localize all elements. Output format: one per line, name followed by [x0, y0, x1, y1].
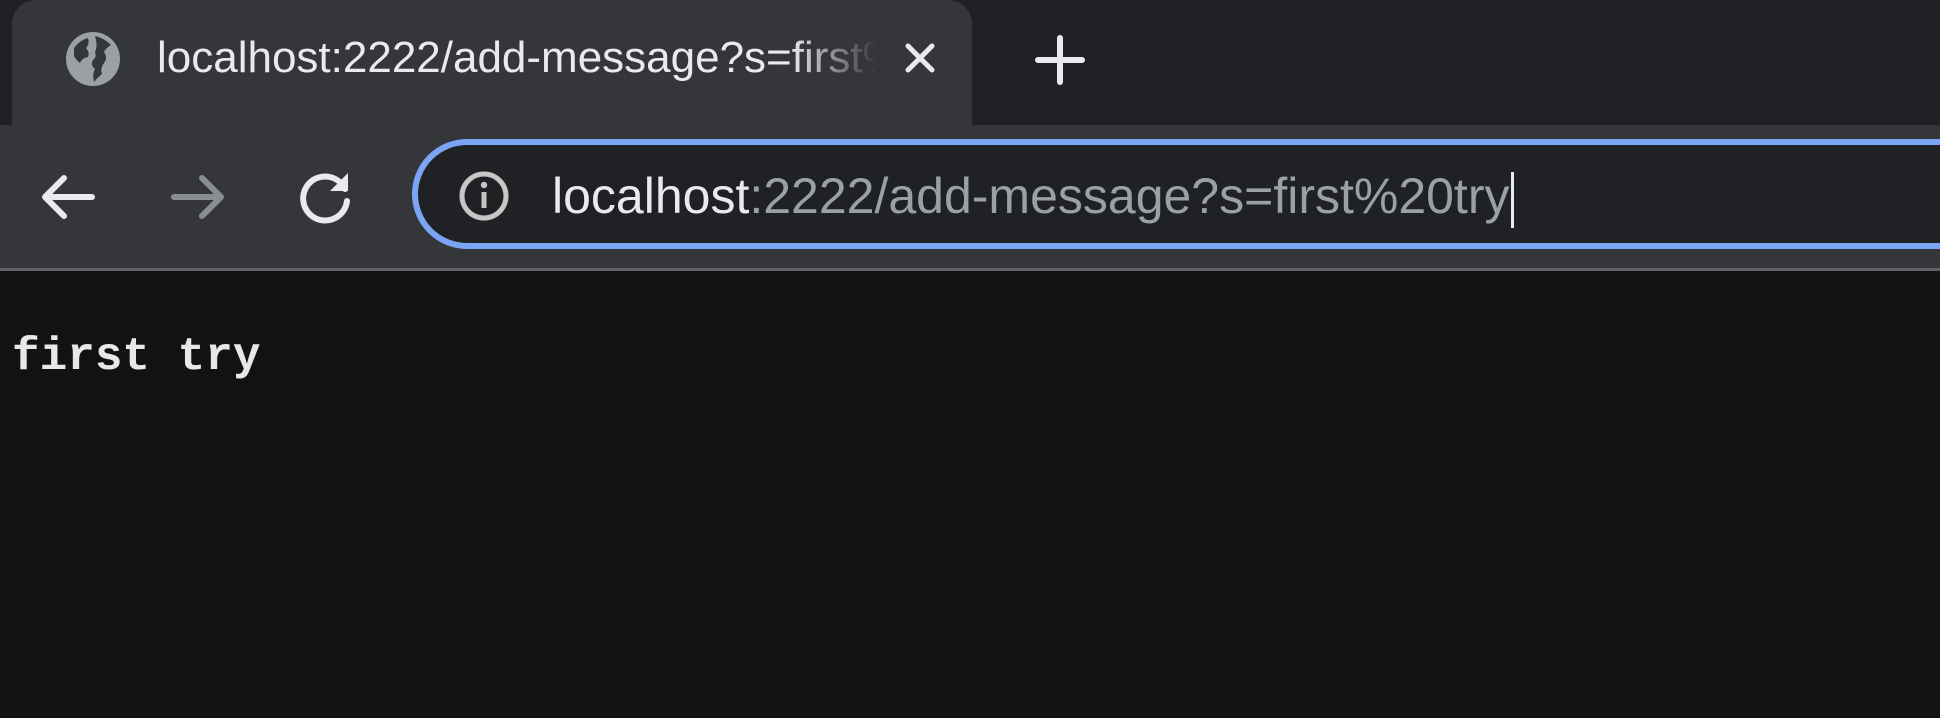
- tab-title: localhost:2222/add-message?s=first%20try: [157, 33, 877, 82]
- plus-icon[interactable]: [1030, 30, 1090, 90]
- globe-icon: [64, 30, 122, 88]
- arrow-right-icon[interactable]: [166, 165, 230, 229]
- toolbar: localhost:2222/add-message?s=first%20try: [0, 125, 1940, 271]
- page-body-text: first try: [12, 331, 261, 383]
- url-host: localhost: [552, 168, 750, 224]
- tab-strip: localhost:2222/add-message?s=first%20try: [0, 0, 1940, 125]
- tab-active[interactable]: localhost:2222/add-message?s=first%20try: [12, 0, 972, 125]
- url-text[interactable]: localhost:2222/add-message?s=first%20try: [552, 165, 1515, 228]
- page-content: first try: [0, 271, 1940, 718]
- info-icon[interactable]: [458, 170, 510, 222]
- url-path: :2222/add-message?s=first%20try: [749, 168, 1510, 224]
- arrow-left-icon[interactable]: [36, 165, 100, 229]
- reload-icon[interactable]: [294, 165, 358, 229]
- address-bar[interactable]: localhost:2222/add-message?s=first%20try: [412, 139, 1940, 249]
- text-caret: [1511, 171, 1515, 228]
- close-icon[interactable]: [894, 32, 946, 84]
